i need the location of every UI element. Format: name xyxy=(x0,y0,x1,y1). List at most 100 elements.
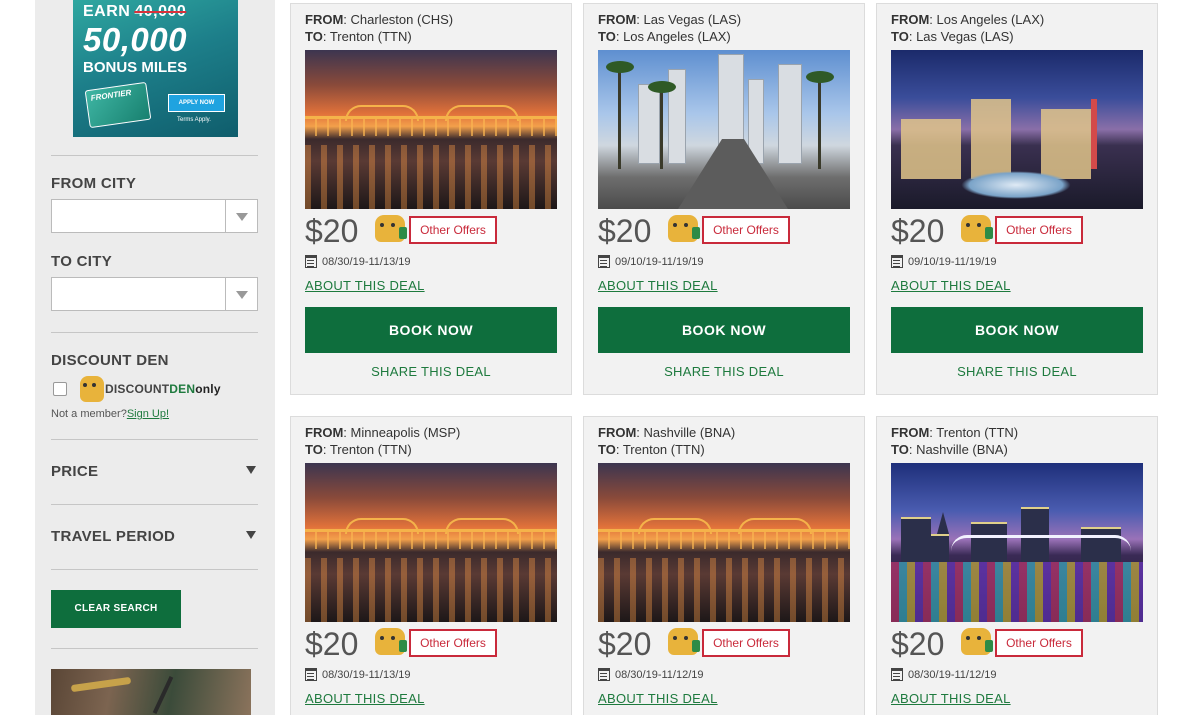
deal-dates: 09/10/19-11/19/19 xyxy=(598,255,703,268)
to-city-select[interactable] xyxy=(51,277,258,311)
divider xyxy=(51,332,258,333)
divider xyxy=(51,504,258,505)
caret-down-icon[interactable] xyxy=(246,531,256,539)
other-offers-button[interactable]: Other Offers xyxy=(995,629,1083,657)
promo-new-miles: 50,000 xyxy=(83,21,187,58)
calendar-icon xyxy=(891,668,903,681)
divider xyxy=(51,439,258,440)
destination-photo[interactable] xyxy=(891,463,1143,622)
share-this-deal-link[interactable]: SHARE THIS DEAL xyxy=(598,364,850,379)
book-now-button[interactable]: BOOK NOW xyxy=(305,307,557,353)
book-now-button[interactable]: BOOK NOW xyxy=(891,307,1143,353)
deal-card: FROM: Las Vegas (LAS) TO: Los Angeles (L… xyxy=(583,3,865,395)
deal-to-city: Trenton (TTN) xyxy=(622,442,705,457)
divider xyxy=(51,569,258,570)
deal-to-city: Los Angeles (LAX) xyxy=(623,29,731,44)
destination-photo[interactable] xyxy=(598,463,850,622)
deal-card: FROM: Minneapolis (MSP) TO: Trenton (TTN… xyxy=(290,416,572,715)
deal-price: $20 xyxy=(305,626,359,662)
destination-photo[interactable] xyxy=(305,463,557,622)
bear-mascot-icon xyxy=(375,628,407,655)
promo-earn-text: EARN 40,000 xyxy=(83,3,187,20)
filter-sidebar: EARN 40,000 50,000 BONUS MILES FRONTIER A… xyxy=(35,0,275,715)
calendar-icon xyxy=(305,255,317,268)
to-city-label: TO CITY xyxy=(51,253,112,270)
destination-photo[interactable] xyxy=(598,50,850,209)
deal-price: $20 xyxy=(891,213,945,249)
other-offers-button[interactable]: Other Offers xyxy=(409,629,497,657)
about-this-deal-link[interactable]: ABOUT THIS DEAL xyxy=(891,691,1011,706)
chevron-down-icon[interactable] xyxy=(225,200,257,232)
share-this-deal-link[interactable]: SHARE THIS DEAL xyxy=(891,364,1143,379)
deal-price: $20 xyxy=(598,213,652,249)
sign-up-link[interactable]: Sign Up! xyxy=(127,408,169,420)
about-this-deal-link[interactable]: ABOUT THIS DEAL xyxy=(305,278,425,293)
fishing-ad-image[interactable] xyxy=(51,669,251,715)
deal-from-city: Los Angeles (LAX) xyxy=(936,12,1045,27)
about-this-deal-link[interactable]: ABOUT THIS DEAL xyxy=(305,691,425,706)
chevron-down-icon[interactable] xyxy=(225,278,257,310)
about-this-deal-link[interactable]: ABOUT THIS DEAL xyxy=(598,691,718,706)
travel-period-filter-toggle[interactable]: TRAVEL PERIOD xyxy=(51,528,175,545)
divider xyxy=(51,648,258,649)
from-city-label: FROM CITY xyxy=(51,175,137,192)
deal-route: FROM: Charleston (CHS) TO: Trenton (TTN) xyxy=(305,12,454,44)
other-offers-button[interactable]: Other Offers xyxy=(409,216,497,244)
deal-dates: 08/30/19-11/13/19 xyxy=(305,668,410,681)
deal-route: FROM: Los Angeles (LAX) TO: Las Vegas (L… xyxy=(891,12,1045,44)
about-this-deal-link[interactable]: ABOUT THIS DEAL xyxy=(891,278,1011,293)
deal-dates: 08/30/19-11/13/19 xyxy=(305,255,410,268)
other-offers-button[interactable]: Other Offers xyxy=(995,216,1083,244)
deal-route: FROM: Las Vegas (LAS) TO: Los Angeles (L… xyxy=(598,12,742,44)
bear-mascot-icon xyxy=(961,628,993,655)
clear-search-button[interactable]: CLEAR SEARCH xyxy=(51,590,181,628)
other-offers-button[interactable]: Other Offers xyxy=(702,629,790,657)
deal-price: $20 xyxy=(891,626,945,662)
promo-terms: Terms Apply. xyxy=(177,117,211,123)
share-this-deal-link[interactable]: SHARE THIS DEAL xyxy=(305,364,557,379)
deal-card: FROM: Charleston (CHS) TO: Trenton (TTN)… xyxy=(290,3,572,395)
about-this-deal-link[interactable]: ABOUT THIS DEAL xyxy=(598,278,718,293)
deal-dates: 09/10/19-11/19/19 xyxy=(891,255,996,268)
destination-photo[interactable] xyxy=(891,50,1143,209)
price-filter-toggle[interactable]: PRICE xyxy=(51,463,98,480)
promo-apply-button[interactable]: APPLY NOW xyxy=(168,94,225,112)
deal-card: FROM: Nashville (BNA) TO: Trenton (TTN) … xyxy=(583,416,865,715)
calendar-icon xyxy=(598,668,610,681)
book-now-button[interactable]: BOOK NOW xyxy=(598,307,850,353)
deal-card: FROM: Los Angeles (LAX) TO: Las Vegas (L… xyxy=(876,3,1158,395)
promo-old-miles: 40,000 xyxy=(134,3,187,20)
bear-mascot-icon xyxy=(375,215,407,242)
calendar-icon xyxy=(598,255,610,268)
deal-to-city: Las Vegas (LAS) xyxy=(916,29,1014,44)
from-city-select[interactable] xyxy=(51,199,258,233)
frontier-card-promo-banner[interactable]: EARN 40,000 50,000 BONUS MILES FRONTIER A… xyxy=(73,0,238,137)
discount-den-label: DISCOUNT DEN xyxy=(51,352,169,369)
deal-from-city: Las Vegas (LAS) xyxy=(643,12,742,27)
calendar-icon xyxy=(891,255,903,268)
divider xyxy=(51,155,258,156)
deal-from-city: Charleston (CHS) xyxy=(350,12,454,27)
page: EARN 40,000 50,000 BONUS MILES FRONTIER A… xyxy=(0,0,1201,715)
deal-from-city: Nashville (BNA) xyxy=(643,425,736,440)
credit-card-image: FRONTIER xyxy=(84,81,152,129)
deal-route: FROM: Trenton (TTN) TO: Nashville (BNA) xyxy=(891,425,1019,457)
deal-to-city: Trenton (TTN) xyxy=(329,29,412,44)
membership-prompt: Not a member?Sign Up! xyxy=(51,408,170,420)
destination-photo[interactable] xyxy=(305,50,557,209)
promo-bonus-text: BONUS MILES xyxy=(83,59,188,76)
other-offers-button[interactable]: Other Offers xyxy=(702,216,790,244)
deal-from-city: Trenton (TTN) xyxy=(936,425,1019,440)
bear-mascot-icon xyxy=(961,215,993,242)
deal-dates: 08/30/19-11/12/19 xyxy=(891,668,996,681)
deal-card: FROM: Trenton (TTN) TO: Nashville (BNA) … xyxy=(876,416,1158,715)
calendar-icon xyxy=(305,668,317,681)
caret-down-icon[interactable] xyxy=(246,466,256,474)
deal-price: $20 xyxy=(305,213,359,249)
discount-den-logo: DISCOUNTDENonly xyxy=(80,376,221,402)
deal-to-city: Nashville (BNA) xyxy=(916,442,1008,457)
deal-route: FROM: Minneapolis (MSP) TO: Trenton (TTN… xyxy=(305,425,461,457)
deal-price: $20 xyxy=(598,626,652,662)
bear-mascot-icon xyxy=(668,215,700,242)
discount-den-checkbox[interactable] xyxy=(53,382,67,396)
